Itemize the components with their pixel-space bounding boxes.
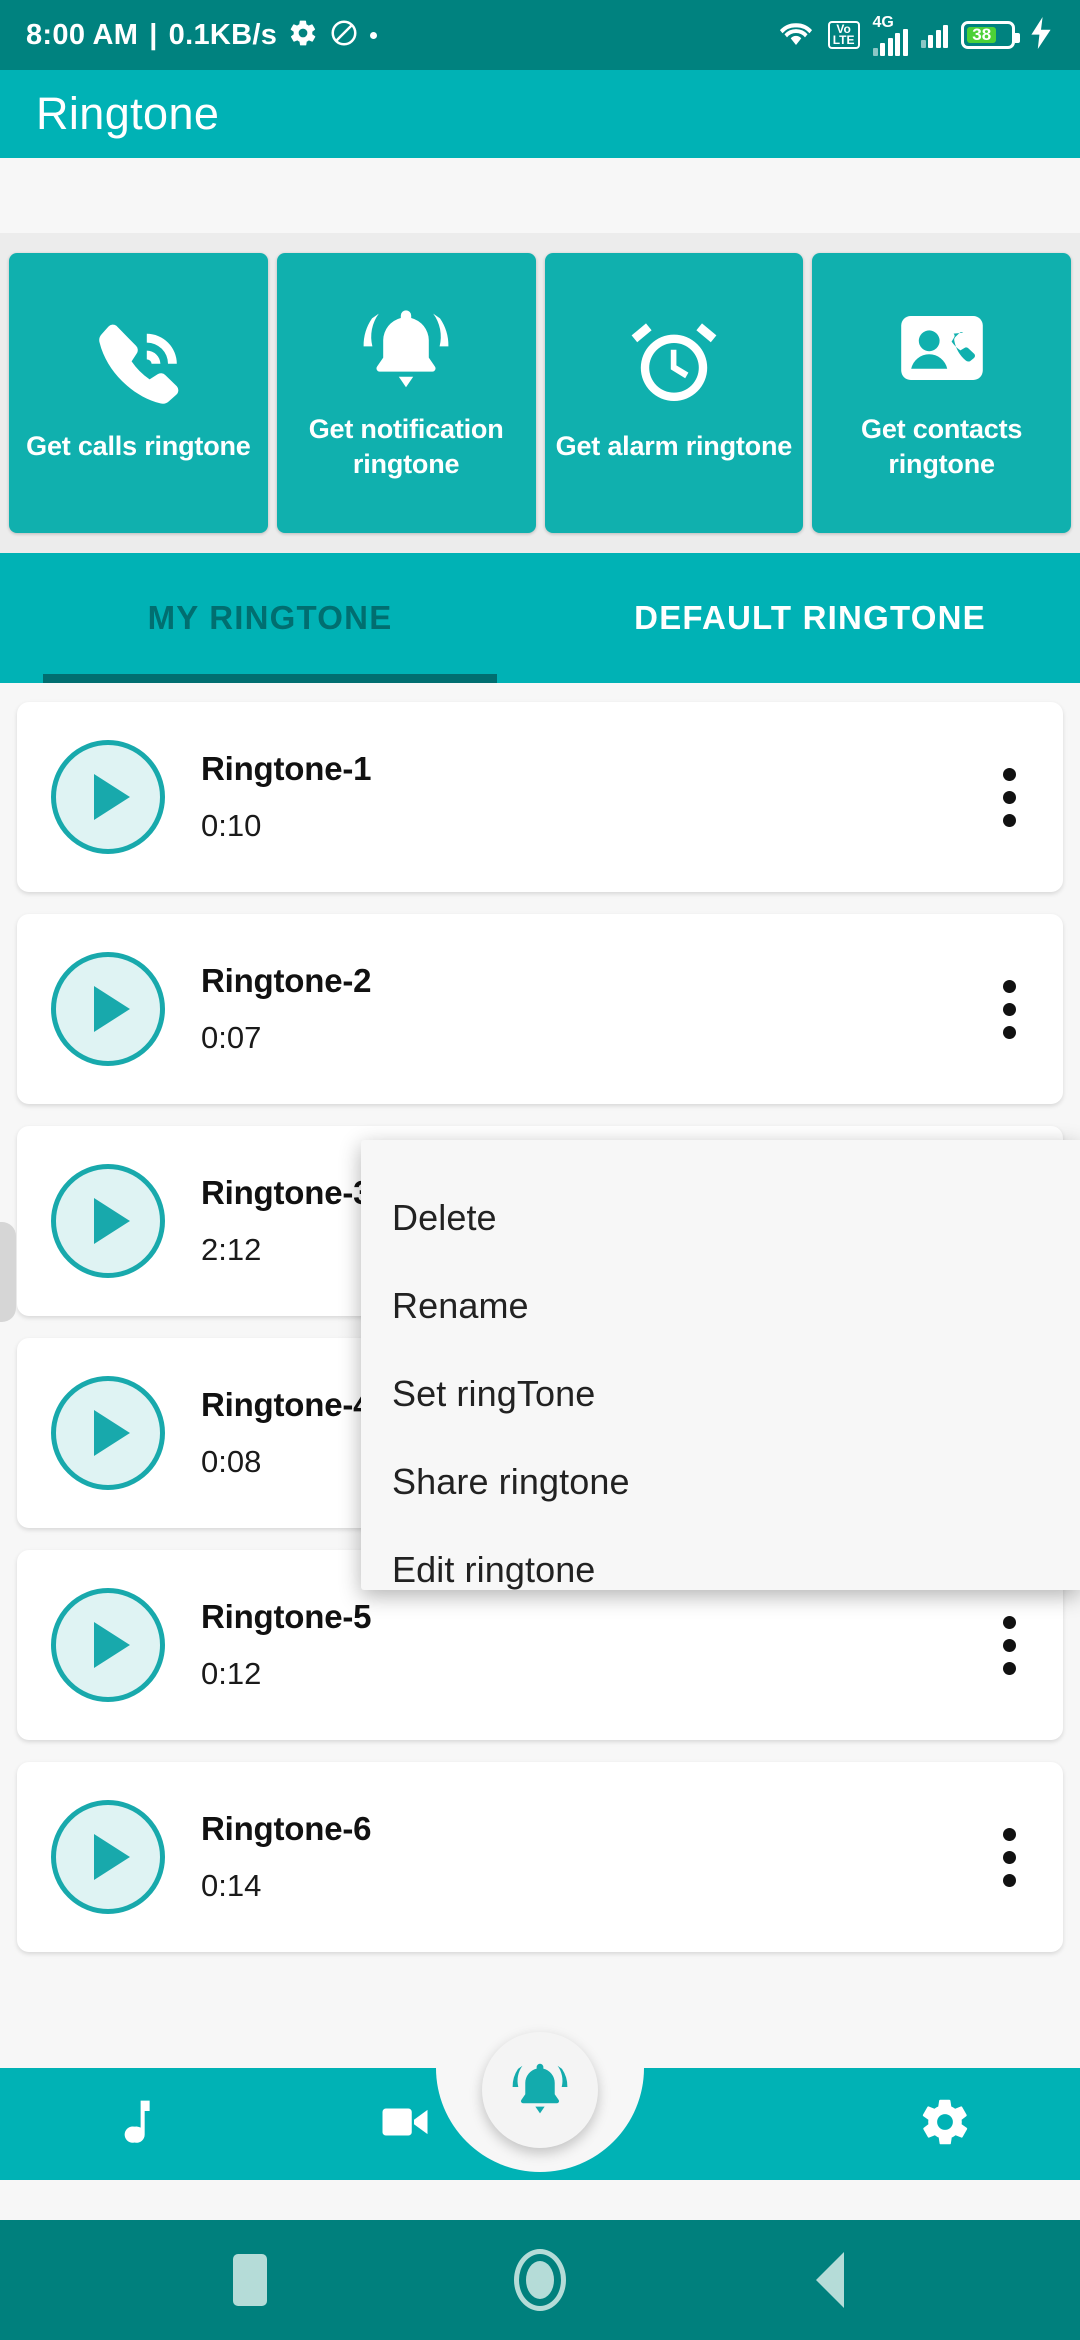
quick-actions-bar: Get calls ringtone Get notification ring… [0, 233, 1080, 553]
ringtone-meta: Ringtone-2 0:07 [201, 962, 983, 1056]
get-contacts-ringtone-button[interactable]: Get contacts ringtone [812, 253, 1071, 533]
play-icon[interactable] [51, 1164, 165, 1278]
play-icon[interactable] [51, 1800, 165, 1914]
tab-label: DEFAULT RINGTONE [634, 599, 986, 636]
play-icon[interactable] [51, 952, 165, 1066]
menu-item-share-ringtone[interactable]: Share ringtone [361, 1438, 1080, 1526]
ringtone-name: Ringtone-6 [201, 1810, 372, 1847]
tab-label: MY RINGTONE [147, 599, 393, 636]
wifi-icon [777, 18, 815, 53]
back-button[interactable] [785, 2235, 875, 2325]
nav-item-settings[interactable] [810, 2068, 1080, 2180]
music-note-icon [108, 2095, 162, 2154]
gear-icon [288, 18, 318, 53]
ringtone-name: Ringtone-1 [201, 750, 372, 787]
ringtone-name: Ringtone-2 [201, 962, 372, 999]
menu-item-edit-ringtone[interactable]: Edit ringtone [361, 1526, 1080, 1614]
contact-card-icon [894, 300, 990, 396]
context-menu[interactable]: Delete Rename Set ringTone Share rington… [361, 1140, 1080, 1590]
more-options-icon[interactable] [983, 767, 1035, 827]
signal-sim1-icon: 4G [872, 13, 908, 56]
app-screen: 8:00 AM | 0.1KB/s Vo LTE 4G 38 Ringtone … [0, 0, 1080, 2340]
quick-action-label: Get notification ringtone [308, 413, 504, 479]
quick-action-label: Get alarm ringtone [555, 431, 793, 462]
menu-item-delete[interactable]: Delete [361, 1174, 1080, 1262]
get-calls-ringtone-button[interactable]: Get calls ringtone [9, 253, 268, 533]
bottom-nav-wrapper [0, 2020, 1080, 2220]
more-options-icon[interactable] [983, 1615, 1035, 1675]
quick-action-label: Get calls ringtone [26, 431, 251, 462]
status-bar-right: Vo LTE 4G 38 [777, 13, 1054, 56]
recents-button[interactable] [205, 2235, 295, 2325]
play-icon[interactable] [51, 740, 165, 854]
signal-sim2-icon [920, 22, 948, 48]
battery-level: 38 [967, 25, 997, 44]
more-options-icon[interactable] [983, 1827, 1035, 1887]
bell-ringing-icon [509, 2057, 571, 2124]
table-row[interactable]: Ringtone-6 0:14 [17, 1762, 1063, 1952]
network-speed: 0.1KB/s [168, 18, 278, 51]
menu-item-rename[interactable]: Rename [361, 1262, 1080, 1350]
add-ringtone-fab[interactable] [482, 2032, 598, 2148]
play-icon[interactable] [51, 1588, 165, 1702]
scrollbar[interactable] [0, 1222, 16, 1322]
app-bar: Ringtone [0, 70, 1080, 158]
page-title: Ringtone [36, 88, 220, 139]
android-navigation-bar [0, 2220, 1080, 2340]
ringtone-duration: 0:10 [201, 808, 262, 843]
nav-item-audio[interactable] [0, 2068, 270, 2180]
tab-bar: MY RINGTONE DEFAULT RINGTONE [0, 553, 1080, 683]
get-notification-ringtone-button[interactable]: Get notification ringtone [276, 253, 536, 533]
status-time: 8:00 AM [26, 18, 139, 51]
home-button[interactable] [495, 2235, 585, 2325]
video-camera-icon [378, 2095, 432, 2154]
ringtone-duration: 0:12 [201, 1656, 262, 1691]
battery-icon: 38 [961, 21, 1020, 49]
phone-ringing-icon [90, 317, 186, 413]
ringtone-meta: Ringtone-1 0:10 [201, 750, 983, 844]
play-icon[interactable] [51, 1376, 165, 1490]
ringtone-meta: Ringtone-6 0:14 [201, 1810, 983, 1904]
table-row[interactable]: Ringtone-2 0:07 [17, 914, 1063, 1104]
status-bar-left: 8:00 AM | 0.1KB/s [26, 18, 777, 53]
table-row[interactable]: Ringtone-1 0:10 [17, 702, 1063, 892]
menu-item-set-ringtone[interactable]: Set ringTone [361, 1350, 1080, 1438]
tab-default-ringtone[interactable]: DEFAULT RINGTONE [540, 553, 1080, 683]
quick-action-label: Get contacts ringtone [861, 413, 1023, 479]
more-options-icon[interactable] [983, 979, 1035, 1039]
volte-icon: Vo LTE [827, 21, 860, 49]
alarm-clock-icon [626, 317, 722, 413]
bell-icon [358, 300, 454, 396]
do-not-disturb-icon [329, 18, 359, 53]
ringtone-duration: 0:14 [201, 1868, 262, 1903]
get-alarm-ringtone-button[interactable]: Get alarm ringtone [544, 253, 804, 533]
status-bar: 8:00 AM | 0.1KB/s Vo LTE 4G 38 [0, 0, 1080, 70]
charging-bolt-icon [1028, 16, 1054, 54]
notification-dot-icon [370, 31, 378, 39]
ringtone-duration: 0:07 [201, 1020, 262, 1055]
tab-my-ringtone[interactable]: MY RINGTONE [0, 553, 540, 683]
status-separator: | [149, 18, 158, 51]
network-type-label: 4G [872, 13, 894, 31]
gear-icon [918, 2095, 972, 2154]
